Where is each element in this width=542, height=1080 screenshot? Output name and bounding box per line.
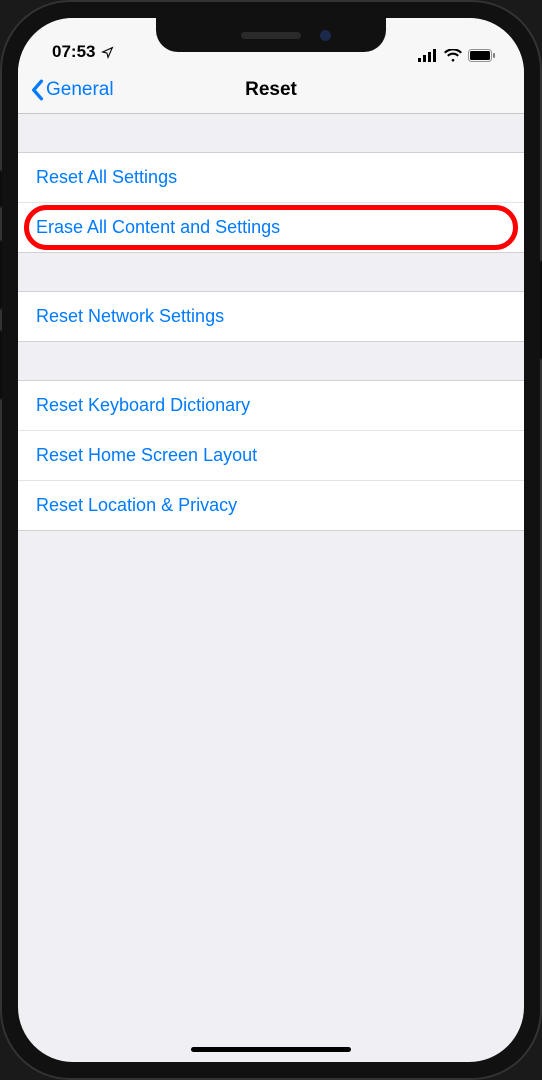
screen: 07:53 [18,18,524,1062]
erase-all-content-cell[interactable]: Erase All Content and Settings [18,203,524,253]
reset-all-settings-cell[interactable]: Reset All Settings [18,152,524,203]
cell-label: Reset All Settings [36,167,177,187]
cellular-signal-icon [418,49,438,62]
battery-icon [468,49,496,62]
notch [156,18,386,52]
wifi-icon [444,49,462,62]
nav-bar: General Reset [18,66,524,114]
cell-label: Erase All Content and Settings [36,217,280,237]
cell-label: Reset Home Screen Layout [36,445,257,465]
notch-camera [320,30,331,41]
status-time: 07:53 [52,42,95,62]
home-indicator[interactable] [191,1047,351,1052]
reset-location-privacy-cell[interactable]: Reset Location & Privacy [18,481,524,531]
cell-label: Reset Location & Privacy [36,495,237,515]
settings-list: Reset All Settings Erase All Content and… [18,114,524,531]
settings-group-2: Reset Network Settings [18,291,524,342]
volume-up-button [0,240,2,310]
reset-network-settings-cell[interactable]: Reset Network Settings [18,291,524,342]
back-label: General [46,79,114,101]
mute-switch [0,170,2,208]
settings-group-1: Reset All Settings Erase All Content and… [18,152,524,253]
phone-frame: 07:53 [0,0,542,1080]
nav-title: Reset [245,79,297,101]
back-button[interactable]: General [30,79,114,101]
cell-label: Reset Network Settings [36,306,224,326]
chevron-left-icon [30,79,44,101]
reset-home-screen-layout-cell[interactable]: Reset Home Screen Layout [18,431,524,481]
location-icon [101,46,114,59]
volume-down-button [0,330,2,400]
reset-keyboard-dictionary-cell[interactable]: Reset Keyboard Dictionary [18,380,524,431]
notch-speaker [241,32,301,39]
cell-label: Reset Keyboard Dictionary [36,395,250,415]
settings-group-3: Reset Keyboard Dictionary Reset Home Scr… [18,380,524,531]
